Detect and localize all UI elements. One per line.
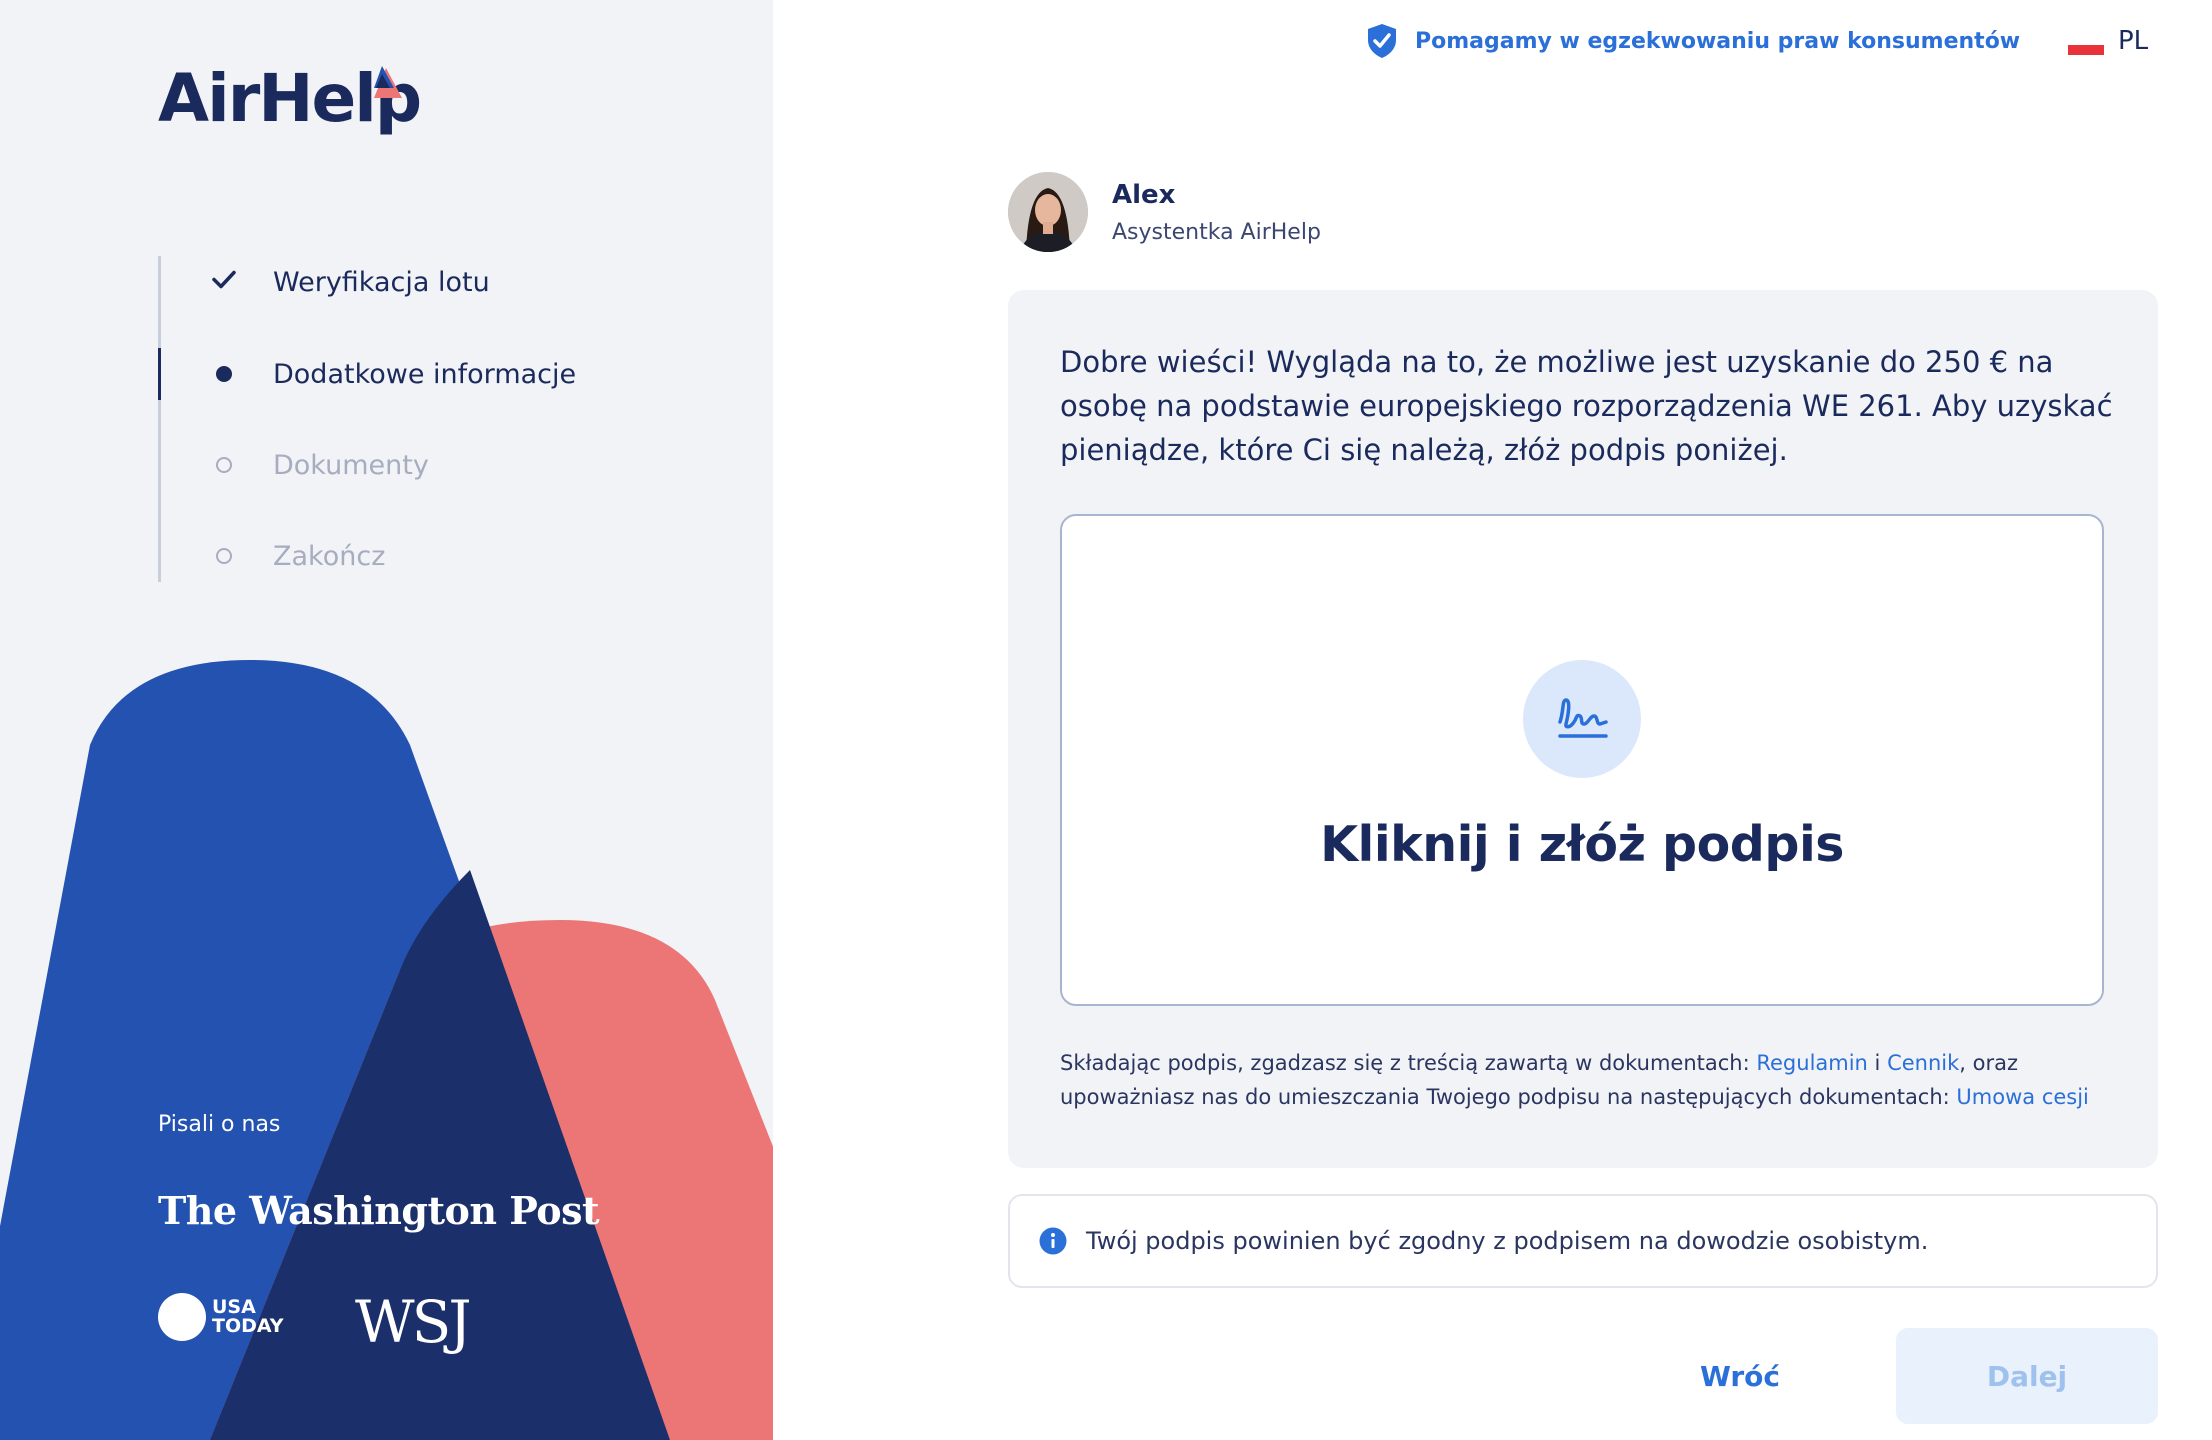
left-panel: AirHelp Weryfikacja lotu Dodatkowe infor… (0, 0, 773, 1440)
language-code: PL (2118, 26, 2149, 56)
pricing-link[interactable]: Cennik (1887, 1051, 1959, 1075)
next-button[interactable]: Dalej (1896, 1328, 2158, 1424)
usa-today-logo: USA TODAY (158, 1293, 284, 1341)
consumer-rights-text: Pomagamy w egzekwowaniu praw konsumentów (1415, 28, 2021, 54)
step-pending-dot (216, 457, 232, 473)
assistant-name: Alex (1112, 179, 1176, 210)
signature-area[interactable]: Kliknij i złóż podpis (1060, 514, 2104, 1006)
checkmark-icon (211, 269, 237, 296)
signature-info-note: Twój podpis powinien być zgodny z podpis… (1008, 1194, 2158, 1288)
legal-text-and: i (1867, 1051, 1888, 1075)
step-label: Zakończ (273, 540, 386, 572)
eligibility-message: Dobre wieści! Wygląda na to, że możliwe … (1060, 345, 2113, 467)
airhelp-logo[interactable]: AirHelp (158, 66, 422, 132)
logo-mark-icon (374, 66, 402, 98)
usa-today-wordmark: USA TODAY (212, 1298, 284, 1336)
back-button[interactable]: Wróć (1640, 1328, 1840, 1424)
language-selector[interactable]: PL (2068, 26, 2148, 56)
step-pending-dot (216, 548, 232, 564)
step-flight-verification[interactable]: Weryfikacja lotu (158, 256, 658, 308)
step-label: Weryfikacja lotu (273, 266, 490, 298)
assignment-agreement-link[interactable]: Umowa cesji (1956, 1085, 2088, 1109)
press-label: Pisali o nas (158, 1112, 281, 1137)
usa-today-circle (158, 1293, 206, 1341)
consumer-rights-banner: Pomagamy w egzekwowaniu praw konsumentów (1365, 22, 2020, 60)
legal-consent-text: Składając podpis, zgadzasz się z treścią… (1060, 1046, 2130, 1114)
step-additional-info[interactable]: Dodatkowe informacje (158, 348, 658, 400)
poland-flag-icon (2068, 35, 2104, 55)
info-icon (1039, 1227, 1067, 1255)
legal-text-part1: Składając podpis, zgadzasz się z treścią… (1060, 1051, 1757, 1075)
assistant-header: Alex Asystentka AirHelp (1008, 172, 1321, 252)
step-finish: Zakończ (158, 530, 658, 582)
step-active-dot (216, 366, 232, 382)
shield-check-icon (1368, 24, 1396, 58)
usa-today-line2: TODAY (212, 1315, 284, 1337)
wsj-logo: WSJ (355, 1288, 472, 1356)
step-documents: Dokumenty (158, 439, 658, 491)
signature-card: Dobre wieści! Wygląda na to, że możliwe … (1008, 290, 2158, 1168)
washington-post-logo: The Washington Post (158, 1188, 600, 1233)
signature-prompt: Kliknij i złóż podpis (1320, 816, 1844, 873)
terms-link[interactable]: Regulamin (1756, 1051, 1868, 1075)
assistant-role: Asystentka AirHelp (1112, 219, 1321, 245)
step-label: Dodatkowe informacje (273, 358, 577, 390)
signature-info-text: Twój podpis powinien być zgodny z podpis… (1086, 1227, 1929, 1255)
signature-icon (1523, 660, 1641, 778)
avatar (1008, 172, 1088, 252)
step-label: Dokumenty (273, 449, 429, 481)
